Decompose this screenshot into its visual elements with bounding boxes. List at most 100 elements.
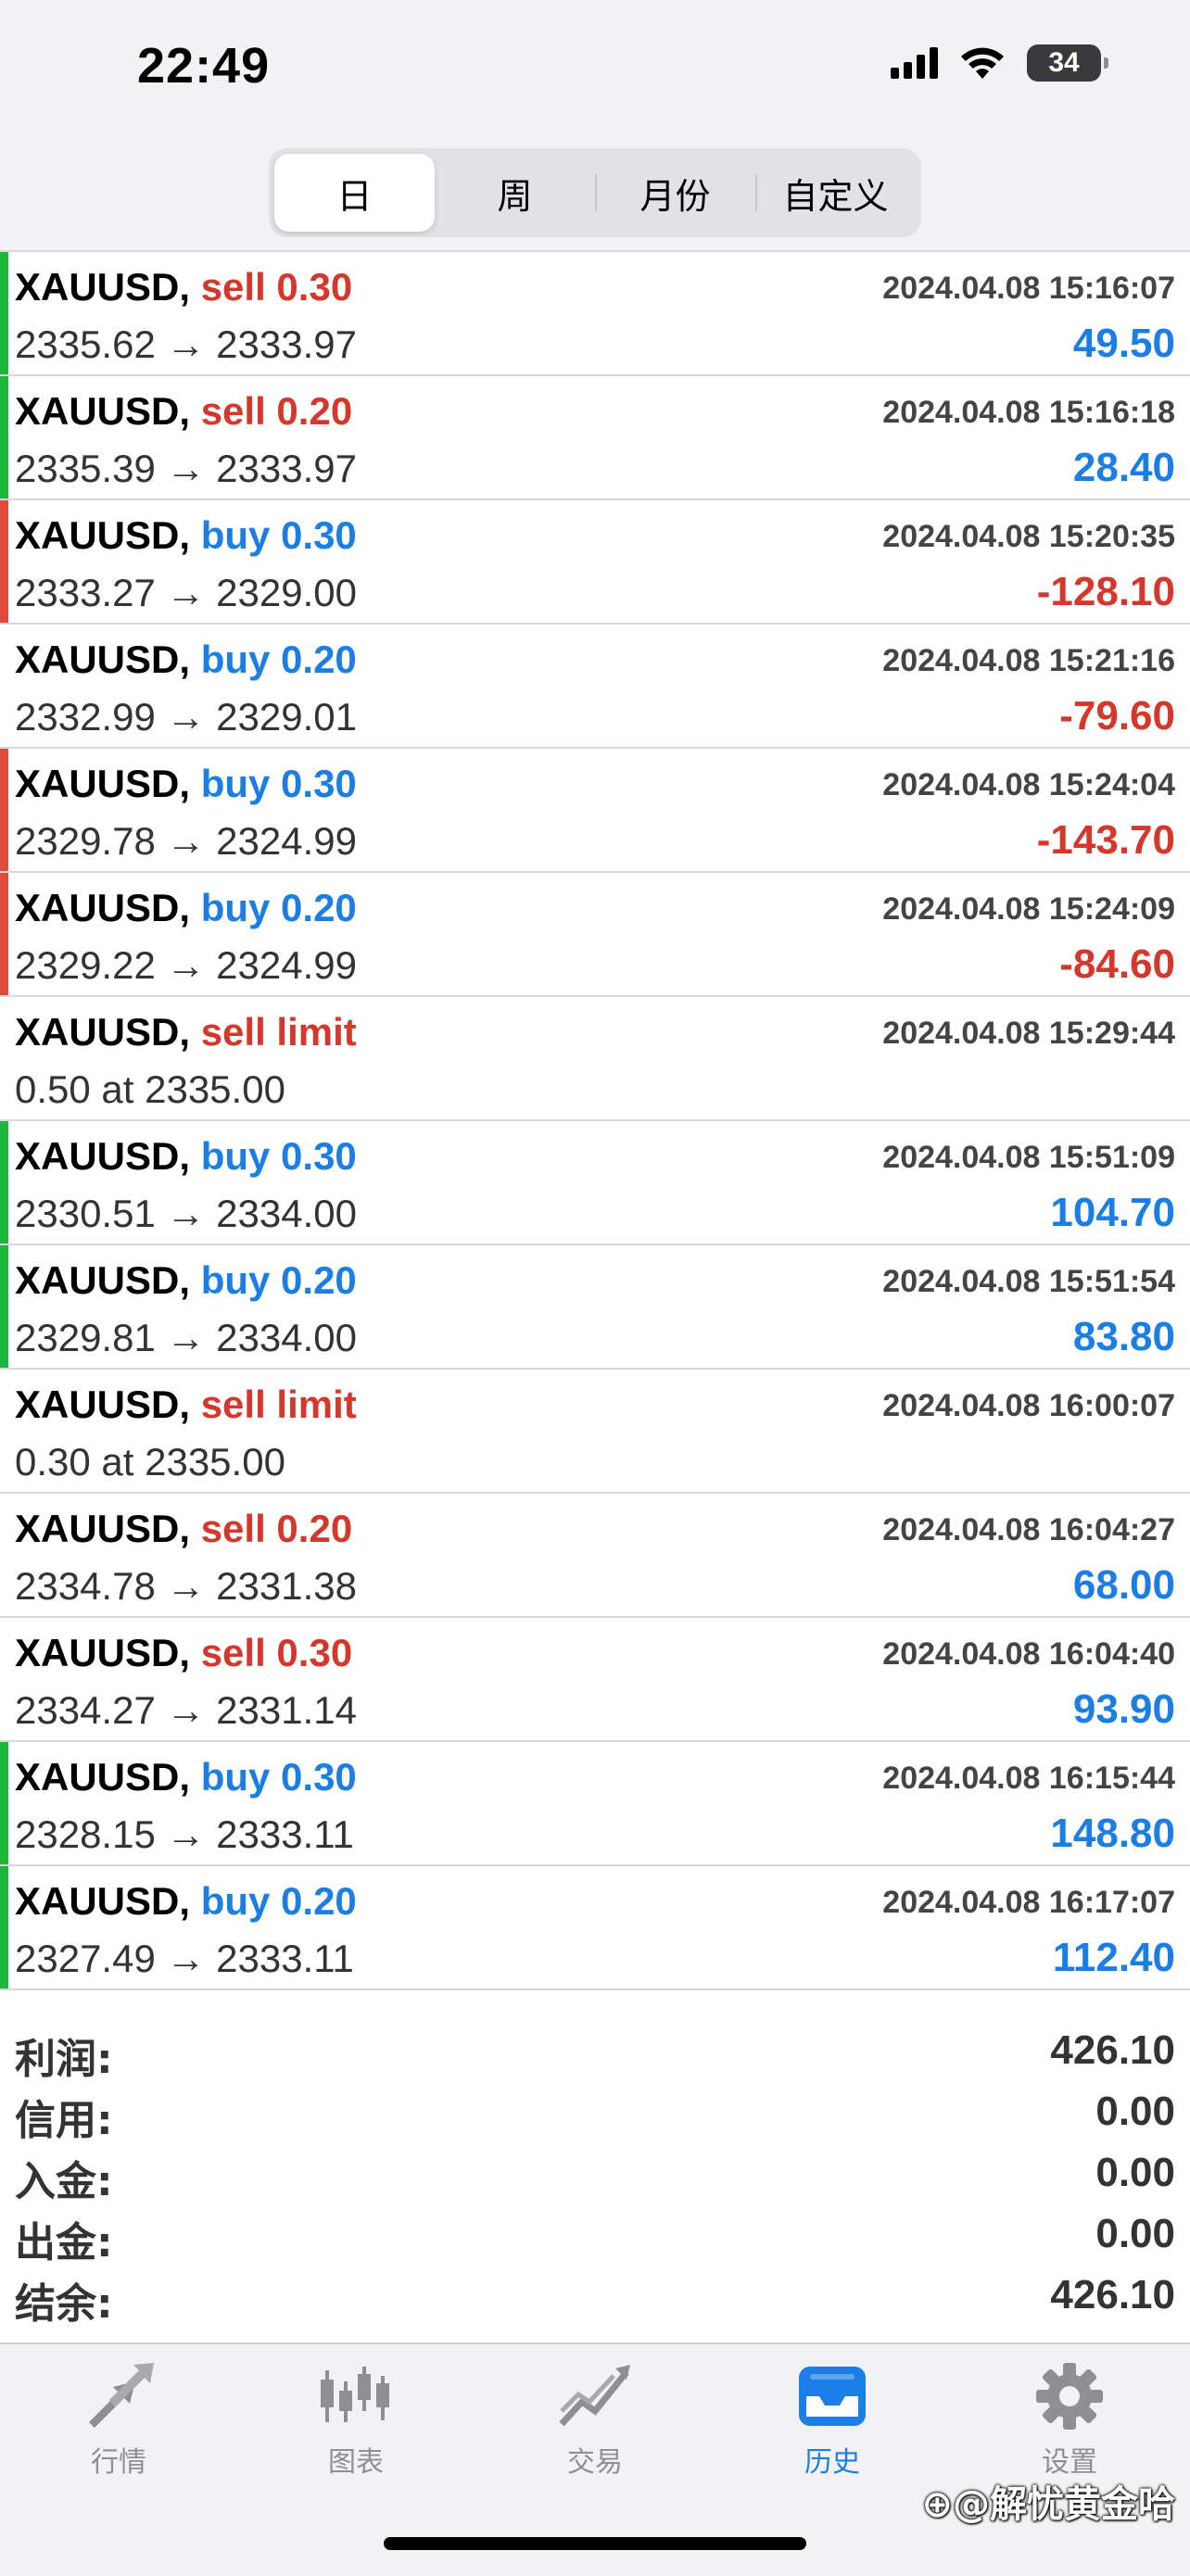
trade-status-bar (0, 1121, 8, 1244)
trade-symbol: XAUUSD, (15, 1879, 191, 1923)
summary-row: 信用: 0.00 (0, 2081, 1190, 2144)
trade-title: XAUUSD, buy 0.30 (15, 513, 357, 558)
trade-date: 2024.04.08 16:04:27 (882, 1512, 1175, 1547)
trade-row[interactable]: XAUUSD, buy 0.30 2024.04.08 15:20:35 2333.… (0, 500, 1190, 625)
trade-date: 2024.04.08 15:20:35 (882, 519, 1175, 554)
summary-value: 0.00 (1095, 2150, 1175, 2195)
trade-profit: 83.80 (1072, 1314, 1175, 1359)
summary-label: 信用: (15, 2097, 113, 2144)
trade-prices: 2334.78 → 2331.38 (15, 1564, 357, 1608)
trade-type: sell 0.20 (200, 1507, 353, 1550)
trade-type: buy 0.30 (200, 513, 357, 557)
trade-symbol: XAUUSD, (15, 1258, 191, 1302)
trade-profit: 148.80 (1050, 1811, 1175, 1856)
account-summary: 利润: 426.10 信用: 0.00 入金: 0.00 出金: 0.00 结余: 426.10 (0, 2020, 1190, 2328)
trade-title: XAUUSD, buy 0.20 (15, 1258, 357, 1303)
summary-label: 结余: (15, 2280, 113, 2328)
trade-profit: -79.60 (1059, 693, 1175, 739)
trade-row[interactable]: XAUUSD, sell limit 2024.04.08 15:29:44 0.5… (0, 997, 1190, 1121)
summary-label: 利润: (15, 2036, 113, 2083)
trade-symbol: XAUUSD, (15, 389, 191, 433)
trade-title: XAUUSD, sell 0.20 (15, 389, 352, 434)
tab-week[interactable]: 周 (435, 154, 595, 232)
trade-date: 2024.04.08 15:51:09 (882, 1140, 1175, 1175)
trade-symbol: XAUUSD, (15, 1755, 191, 1799)
trade-date: 2024.04.08 15:29:44 (882, 1016, 1175, 1051)
trade-profit: -143.70 (1036, 817, 1175, 863)
trade-row[interactable]: XAUUSD, buy 0.20 2024.04.08 15:24:09 2329.… (0, 873, 1190, 997)
trade-type: buy 0.30 (200, 1134, 357, 1178)
summary-label: 出金: (15, 2219, 113, 2267)
quotes-arrows-icon (89, 2363, 154, 2428)
trade-date: 2024.04.08 15:21:16 (882, 643, 1175, 678)
gear-icon (1036, 2363, 1103, 2430)
trade-symbol: XAUUSD, (15, 762, 191, 805)
trade-symbol: XAUUSD, (15, 886, 191, 929)
trade-type: buy 0.20 (200, 886, 357, 929)
tab-chart[interactable]: 图表 (272, 2363, 439, 2502)
trade-prices: 2329.78 → 2324.99 (15, 819, 357, 863)
trade-row[interactable]: XAUUSD, sell 0.30 2024.04.08 15:16:07 2335… (0, 252, 1190, 376)
trade-prices: 2327.49 → 2333.11 (15, 1937, 354, 1980)
trade-symbol: XAUUSD, (15, 1134, 191, 1178)
trade-trend-icon (559, 2365, 630, 2427)
trade-prices: 2335.39 → 2333.97 (15, 447, 357, 490)
trade-row[interactable]: XAUUSD, buy 0.20 2024.04.08 15:21:16 2332.… (0, 625, 1190, 749)
wifi-icon (961, 47, 1004, 79)
trade-row[interactable]: XAUUSD, sell 0.20 2024.04.08 15:16:18 2335… (0, 376, 1190, 500)
summary-row: 出金: 0.00 (0, 2203, 1190, 2267)
tab-month[interactable]: 月份 (595, 154, 755, 232)
trade-prices: 2333.27 → 2329.00 (15, 571, 357, 614)
tab-custom[interactable]: 自定义 (755, 154, 916, 232)
trade-prices: 2329.81 → 2334.00 (15, 1316, 357, 1359)
trade-symbol: XAUUSD, (15, 513, 191, 557)
tab-quotes[interactable]: 行情 (35, 2363, 202, 2502)
battery-icon: 34 (1027, 44, 1108, 82)
trade-row[interactable]: XAUUSD, buy 0.20 2024.04.08 15:51:54 2329.… (0, 1245, 1190, 1370)
trade-type: buy 0.30 (200, 762, 357, 805)
trade-date: 2024.04.08 15:16:18 (882, 395, 1175, 430)
trade-type: sell 0.30 (200, 1631, 353, 1674)
trade-row[interactable]: XAUUSD, buy 0.20 2024.04.08 16:17:07 2327.… (0, 1866, 1190, 1990)
trade-type: sell limit (200, 1383, 357, 1426)
trade-date: 2024.04.08 16:00:07 (882, 1388, 1175, 1423)
trade-date: 2024.04.08 15:24:09 (882, 891, 1175, 927)
trade-profit: -128.10 (1036, 569, 1175, 614)
trade-status-bar (0, 500, 8, 623)
trade-status-bar (0, 873, 8, 995)
tab-history-label: 历史 (804, 2446, 860, 2479)
trade-symbol: XAUUSD, (15, 1507, 191, 1550)
trade-date: 2024.04.08 16:17:07 (882, 1885, 1175, 1920)
trade-type: sell limit (200, 1010, 357, 1054)
trade-date: 2024.04.08 15:16:07 (882, 271, 1175, 306)
trade-title: XAUUSD, sell 0.30 (15, 1631, 352, 1675)
period-segmented-control: 日 周 月份 自定义 (269, 148, 921, 237)
trade-profit: 49.50 (1072, 321, 1175, 366)
trade-profit: -84.60 (1059, 941, 1175, 987)
tab-trade[interactable]: 交易 (512, 2363, 678, 2502)
summary-label: 入金: (15, 2158, 113, 2205)
history-inbox-icon (799, 2367, 866, 2426)
tab-day[interactable]: 日 (274, 154, 435, 232)
status-bar: 22:49 34 (0, 0, 1190, 139)
tab-history[interactable]: 历史 (749, 2363, 916, 2502)
trade-row[interactable]: XAUUSD, sell 0.20 2024.04.08 16:04:27 2334… (0, 1494, 1190, 1618)
tab-quotes-label: 行情 (91, 2446, 146, 2479)
summary-row: 利润: 426.10 (0, 2020, 1190, 2083)
trade-status-bar (0, 749, 8, 871)
trade-row[interactable]: XAUUSD, sell limit 2024.04.08 16:00:07 0.3… (0, 1370, 1190, 1494)
trade-row[interactable]: XAUUSD, sell 0.30 2024.04.08 16:04:40 2334… (0, 1618, 1190, 1742)
trade-status-bar (0, 376, 8, 499)
trade-title: XAUUSD, buy 0.20 (15, 1879, 357, 1924)
trade-row[interactable]: XAUUSD, buy 0.30 2024.04.08 15:24:04 2329.… (0, 749, 1190, 873)
trade-prices: 2329.22 → 2324.99 (15, 943, 357, 987)
trade-title: XAUUSD, buy 0.30 (15, 1134, 357, 1179)
status-time: 22:49 (137, 38, 271, 94)
summary-row: 入金: 0.00 (0, 2142, 1190, 2205)
summary-value: 0.00 (1095, 2089, 1175, 2134)
trade-date: 2024.04.08 15:51:54 (882, 1264, 1175, 1299)
trade-prices: 2330.51 → 2334.00 (15, 1192, 357, 1235)
trade-row[interactable]: XAUUSD, buy 0.30 2024.04.08 15:51:09 2330.… (0, 1121, 1190, 1245)
trade-row[interactable]: XAUUSD, buy 0.30 2024.04.08 16:15:44 2328.… (0, 1742, 1190, 1866)
trade-date: 2024.04.08 16:15:44 (882, 1761, 1175, 1796)
